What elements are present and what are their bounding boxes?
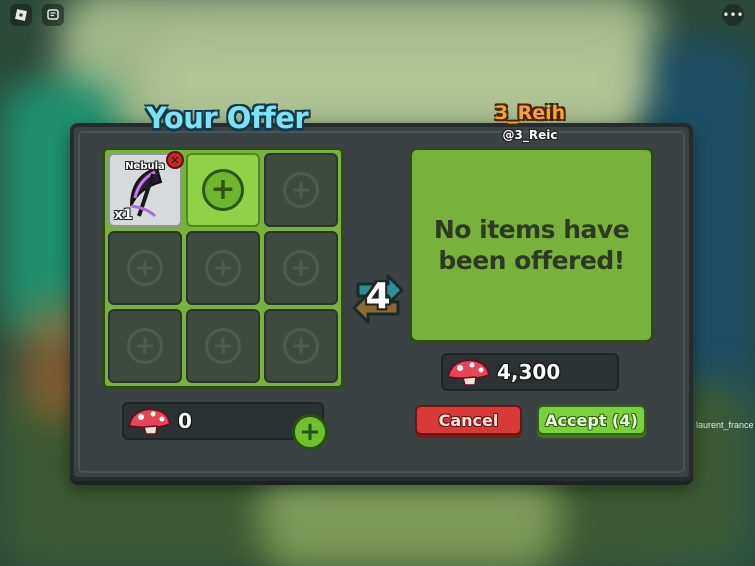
add-item-slot[interactable]: + [186, 153, 260, 227]
plus-icon: + [205, 328, 241, 364]
roblox-logo-icon [15, 9, 27, 21]
item-quantity: x1 [114, 207, 133, 223]
chat-button[interactable] [42, 4, 64, 26]
plus-icon: + [127, 328, 163, 364]
your-currency-amount: 0 [178, 409, 192, 433]
more-options-button[interactable]: ••• [722, 4, 744, 26]
other-currency-display: 4,300 [441, 353, 619, 391]
swap-countdown: 4 [365, 276, 391, 317]
more-options-icon: ••• [722, 8, 744, 22]
remove-x-icon[interactable]: ✕ [166, 151, 184, 169]
your-offer-grid: Nebula x1 ✕ + + + + + + + + [102, 147, 344, 389]
plus-icon: + [283, 172, 319, 208]
plus-icon: + [283, 250, 319, 286]
plus-icon: + [127, 250, 163, 286]
chat-icon [47, 9, 59, 20]
empty-slot[interactable]: + [186, 231, 260, 305]
plus-icon: + [202, 169, 244, 211]
add-currency-button[interactable]: + [292, 414, 328, 450]
mushroom-icon [446, 358, 491, 386]
plus-icon: + [299, 417, 321, 447]
plus-icon: + [205, 250, 241, 286]
roblox-menu-button[interactable] [10, 4, 32, 26]
plus-icon: + [283, 328, 319, 364]
other-currency-amount: 4,300 [497, 360, 561, 384]
other-offer-panel: No items have been offered! [409, 147, 654, 343]
empty-slot[interactable]: + [108, 309, 182, 383]
empty-slot[interactable]: + [264, 309, 338, 383]
empty-slot[interactable]: + [186, 309, 260, 383]
empty-slot[interactable]: + [264, 231, 338, 305]
your-offer-title: Your Offer [146, 101, 309, 135]
no-items-message: No items have been offered! [433, 215, 630, 275]
accept-button[interactable]: Accept (4) [537, 405, 646, 435]
other-player-display-name: 3_Reih [494, 102, 566, 124]
player-name-tag: laurent_france [696, 420, 754, 430]
mushroom-icon [127, 407, 172, 435]
swap-indicator: 4 [350, 270, 406, 326]
empty-slot[interactable]: + [264, 153, 338, 227]
empty-slot[interactable]: + [108, 231, 182, 305]
other-player-username: @3_Reic [502, 128, 558, 142]
offer-slot-item[interactable]: Nebula x1 ✕ [108, 151, 184, 227]
cancel-button[interactable]: Cancel [415, 405, 522, 435]
